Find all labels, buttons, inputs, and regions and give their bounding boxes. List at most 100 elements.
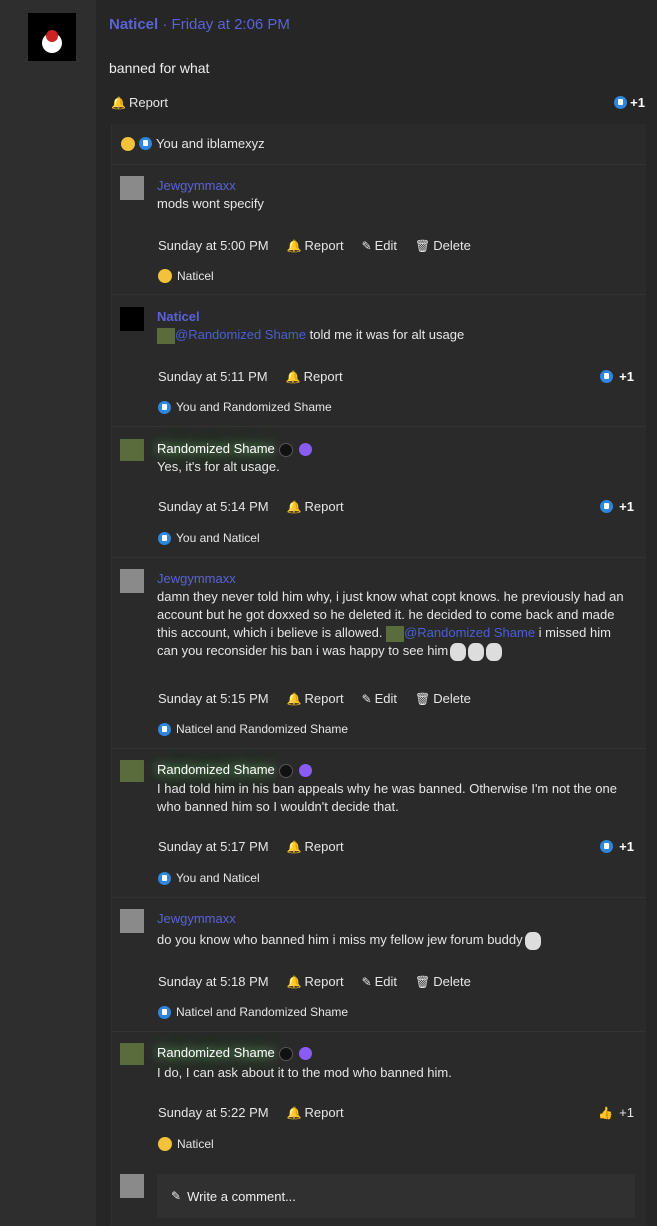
comment-meta: Sunday at 5:00 PM 🔔 Report ✎ Edit 🗑 Delete [158,238,471,253]
edit-label: Edit [374,691,398,706]
post-time[interactable]: Friday at 2:06 PM [172,16,290,33]
write-comment-input[interactable]: ✎ Write a comment... [157,1174,635,1218]
like-icon [600,840,614,853]
comment-reactions[interactable]: You and Randomized Shame [158,400,332,414]
comment-author[interactable]: Jewgymmaxx [157,911,236,926]
like-icon [158,400,171,414]
purple-check-icon [298,1047,312,1061]
comment: Jewgymmaxx damn they never told him why,… [112,557,646,749]
comment-like-button[interactable]: 👍 +1 [598,1105,634,1120]
edit-button[interactable]: ✎ Edit [362,974,397,989]
reaction-text: You and Naticel [176,531,260,545]
report-label: Report [304,499,344,514]
avatar[interactable] [120,439,144,461]
mention-avatar [386,625,405,642]
comment-like-button[interactable]: +1 [600,369,634,384]
report-button[interactable]: 🔔 Report [287,974,344,989]
verified-badge-icon [278,442,293,457]
report-label: Report [303,369,343,384]
avatar[interactable] [120,909,144,933]
comment-time[interactable]: Sunday at 5:22 PM [158,1105,269,1120]
post-report-button[interactable]: 🔔 Report [111,95,168,110]
pencil-icon: ✎ [171,1189,182,1203]
report-label: Report [304,974,344,989]
comment-time[interactable]: Sunday at 5:11 PM [158,369,268,384]
bell-icon: 🔔 [286,691,302,706]
author-name: Randomized Shame [157,1045,275,1060]
edit-button[interactable]: ✎ Edit [362,691,397,706]
comment-author[interactable]: Randomized Shame [157,1045,312,1061]
delete-button[interactable]: 🗑 Delete [415,691,471,706]
mention-link[interactable]: @Randomized Shame [175,327,306,342]
report-button[interactable]: 🔔 Report [287,499,344,514]
report-label: Report [304,1105,344,1120]
report-button[interactable]: 🔔 Report [287,1105,344,1120]
laughing-emoji-icon [121,136,135,151]
post-report-label: Report [128,95,168,110]
comment-text: @Randomized Shame told me it was for alt… [157,326,637,344]
like-icon [139,137,152,150]
reaction-text: You and Randomized Shame [176,400,332,414]
left-column [0,0,97,1226]
avatar[interactable] [120,760,144,782]
post-reactions-summary[interactable]: You and iblamexyz [121,136,265,151]
comment-author[interactable]: Naticel [157,309,200,324]
verified-badge-icon [278,763,293,778]
post-like-count: +1 [630,95,645,110]
delete-label: Delete [433,974,471,989]
report-button[interactable]: 🔔 Report [286,369,343,384]
edit-label: Edit [374,974,398,989]
reaction-text: Naticel [177,269,214,283]
post-author[interactable]: Naticel [109,16,158,33]
avatar[interactable] [120,569,144,593]
like-count: +1 [619,369,634,384]
mention-link[interactable]: @Randomized Shame [404,625,535,640]
comment-author[interactable]: Jewgymmaxx [157,571,236,586]
sad-emoji-icon [158,1137,172,1151]
post-separator: · [162,16,168,33]
bell-icon: 🔔 [286,839,302,854]
comment-like-button[interactable]: +1 [600,839,634,854]
avatar[interactable] [120,1043,144,1065]
author-avatar[interactable] [28,13,76,61]
comment-text: Yes, it's for alt usage. [157,459,280,474]
purple-check-icon [298,443,312,457]
post-actions: 🔔 Report +1 [111,95,645,113]
like-icon [600,500,614,513]
delete-label: Delete [433,238,471,253]
delete-button[interactable]: 🗑 Delete [415,974,471,989]
comment-time[interactable]: Sunday at 5:17 PM [158,839,269,854]
report-button[interactable]: 🔔 Report [287,839,344,854]
comment-reactions[interactable]: You and Naticel [158,531,260,545]
pencil-icon: ✎ [361,691,372,706]
report-label: Report [304,839,344,854]
comment-like-button[interactable]: +1 [600,499,634,514]
bell-icon: 🔔 [285,369,301,384]
comment-time[interactable]: Sunday at 5:00 PM [158,238,269,253]
avatar[interactable] [120,307,144,331]
composer-placeholder: Write a comment... [187,1188,296,1204]
comment-reactions[interactable]: Naticel [158,269,214,283]
comment-text: mods wont specify [157,196,264,211]
delete-button[interactable]: 🗑 Delete [415,238,471,253]
bell-icon: 🔔 [111,95,126,110]
comment-reactions[interactable]: Naticel and Randomized Shame [158,722,348,736]
skull-emoji-icon [486,642,503,661]
comment-time[interactable]: Sunday at 5:15 PM [158,691,269,706]
post-like-button[interactable]: +1 [614,95,645,110]
comment-meta: Sunday at 5:22 PM 🔔 Report [158,1105,344,1120]
comment-author[interactable]: Jewgymmaxx [157,178,236,193]
bell-icon: 🔔 [286,238,302,253]
report-button[interactable]: 🔔 Report [287,238,344,253]
comment-time[interactable]: Sunday at 5:18 PM [158,974,269,989]
comment-reactions[interactable]: Naticel and Randomized Shame [158,1005,348,1019]
comment-time[interactable]: Sunday at 5:14 PM [158,499,269,514]
avatar[interactable] [120,176,144,200]
comment-reactions[interactable]: Naticel [158,1137,214,1151]
report-button[interactable]: 🔔 Report [287,691,344,706]
comment-reactions[interactable]: You and Naticel [158,871,260,885]
comment-text: do you know who banned him i miss my fel… [157,931,637,950]
comment-author[interactable]: Randomized Shame [157,441,312,457]
edit-button[interactable]: ✎ Edit [362,238,397,253]
comment-author[interactable]: Randomized Shame [157,762,312,778]
